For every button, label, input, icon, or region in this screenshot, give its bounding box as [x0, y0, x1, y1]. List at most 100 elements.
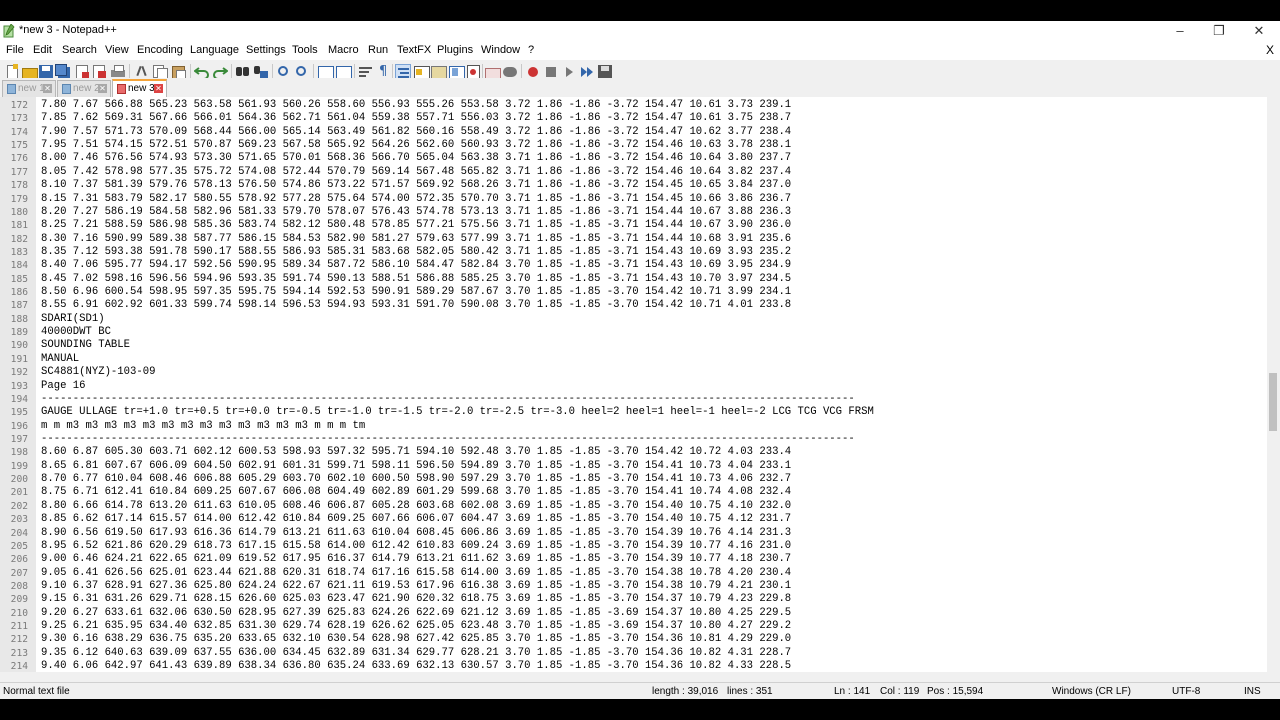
line-number: 178 [10, 180, 28, 192]
editor-line: 191 MANUAL [0, 353, 1267, 366]
line-number: 172 [10, 100, 28, 111]
maximize-button[interactable]: ❐ [1199, 21, 1239, 41]
menu-run[interactable]: Run [368, 44, 388, 56]
line-text: 9.30 6.16 638.29 636.75 635.20 633.65 63… [41, 633, 792, 646]
tab-label: new 2 [73, 83, 100, 94]
editor-line: 193 Page 16 [0, 380, 1267, 393]
status-insert-mode: INS [1244, 686, 1261, 697]
line-text: 9.35 6.12 640.63 639.09 637.55 636.00 63… [41, 646, 792, 659]
close-window-button[interactable]: ✕ [1239, 21, 1279, 41]
vertical-scrollbar[interactable] [1267, 97, 1280, 672]
line-text: GAUGE ULLAGE tr=+1.0 tr=+0.5 tr=+0.0 tr=… [41, 406, 874, 419]
tab-new-1[interactable]: new 1 ✕ [2, 80, 56, 97]
line-text: 8.50 6.96 600.54 598.95 597.35 595.75 59… [41, 286, 792, 299]
line-text: Page 16 [41, 379, 86, 392]
editor-line: 182 8.30 7.16 590.99 589.38 587.77 586.15… [0, 233, 1267, 246]
editor-line: 214 9.40 6.06 642.97 641.43 639.89 638.34… [0, 660, 1267, 672]
screen-top-border [0, 0, 1280, 21]
menu-textfx[interactable]: TextFX [397, 44, 431, 56]
tab-new-3[interactable]: new 3 ✕ [112, 79, 167, 97]
tab-close-icon[interactable]: ✕ [154, 84, 163, 93]
editor-line: 187 8.55 6.91 602.92 601.33 599.74 598.14… [0, 299, 1267, 312]
line-text: 8.45 7.02 598.16 596.56 594.96 593.35 59… [41, 272, 792, 285]
editor-line: 210 9.20 6.27 633.61 632.06 630.50 628.95… [0, 607, 1267, 620]
menu-view[interactable]: View [105, 44, 129, 56]
line-text: 8.75 6.71 612.41 610.84 609.25 607.67 60… [41, 486, 792, 499]
line-text: 7.90 7.57 571.73 570.09 568.44 566.00 56… [41, 125, 792, 138]
editor-area[interactable]: 172 7.80 7.67 566.88 565.23 563.58 561.93… [0, 97, 1267, 672]
editor-lines: 172 7.80 7.67 566.88 565.23 563.58 561.93… [0, 99, 1267, 672]
line-text: SDARI(SD1) [41, 312, 105, 325]
line-number: 180 [10, 206, 28, 218]
tab-label: new 3 [128, 83, 155, 94]
line-text: 8.05 7.42 578.98 577.35 575.72 574.08 57… [41, 165, 792, 178]
status-file-type: Normal text file [3, 686, 70, 697]
menu-plugins[interactable]: Plugins [437, 44, 473, 56]
menu-settings[interactable]: Settings [246, 44, 286, 56]
line-text: 7.95 7.51 574.15 572.51 570.87 569.23 56… [41, 139, 792, 152]
editor-line: 183 8.35 7.12 593.38 591.78 590.17 588.55… [0, 246, 1267, 259]
line-number: 189 [10, 327, 28, 339]
editor-line: 181 8.25 7.21 588.59 586.98 585.36 583.74… [0, 219, 1267, 232]
title-bar: *new 3 - Notepad++ – ❐ ✕ [0, 21, 1280, 41]
line-number: 173 [10, 113, 28, 125]
editor-line: 204 8.90 6.56 619.50 617.93 616.36 614.79… [0, 527, 1267, 540]
menu-edit[interactable]: Edit [33, 44, 52, 56]
menu-search[interactable]: Search [62, 44, 97, 56]
menu-macro[interactable]: Macro [328, 44, 359, 56]
line-number: 186 [10, 287, 28, 299]
status-eol-format[interactable]: Windows (CR LF) [1052, 686, 1131, 697]
scrollbar-thumb[interactable] [1269, 373, 1277, 431]
editor-line: 211 9.25 6.21 635.95 634.40 632.85 631.30… [0, 620, 1267, 633]
editor-line: 195 GAUGE ULLAGE tr=+1.0 tr=+0.5 tr=+0.0 … [0, 406, 1267, 419]
editor-line: 176 8.00 7.46 576.56 574.93 573.30 571.65… [0, 152, 1267, 165]
status-encoding[interactable]: UTF-8 [1172, 686, 1200, 697]
editor-line: 201 8.75 6.71 612.41 610.84 609.25 607.67… [0, 486, 1267, 499]
line-text: 8.30 7.16 590.99 589.38 587.77 586.15 58… [41, 232, 792, 245]
line-text: 8.95 6.52 621.86 620.29 618.73 617.15 61… [41, 539, 792, 552]
close-document-button[interactable]: X [1266, 43, 1274, 57]
editor-line: 185 8.45 7.02 598.16 596.56 594.96 593.35… [0, 273, 1267, 286]
line-text: 8.60 6.87 605.30 603.71 602.12 600.53 59… [41, 446, 792, 459]
menu-file[interactable]: File [6, 44, 24, 56]
line-number: 206 [10, 554, 28, 566]
editor-line: 196 m m m3 m3 m3 m3 m3 m3 m3 m3 m3 m3 m3 … [0, 420, 1267, 433]
editor-line: 198 8.60 6.87 605.30 603.71 602.12 600.53… [0, 446, 1267, 459]
editor-line: 189 40000DWT BC [0, 326, 1267, 339]
editor-line: 208 9.10 6.37 628.91 627.36 625.80 624.24… [0, 580, 1267, 593]
line-text: ----------------------------------------… [41, 432, 855, 445]
tab-close-icon[interactable]: ✕ [43, 84, 52, 93]
editor-line: 179 8.15 7.31 583.79 582.17 580.55 578.92… [0, 193, 1267, 206]
line-text: 9.40 6.06 642.97 641.43 639.89 638.34 63… [41, 660, 792, 672]
editor-line: 172 7.80 7.67 566.88 565.23 563.58 561.93… [0, 99, 1267, 112]
line-number: 187 [10, 300, 28, 312]
editor-line: 190 SOUNDING TABLE [0, 339, 1267, 352]
editor-line: 209 9.15 6.31 631.26 629.71 628.15 626.60… [0, 593, 1267, 606]
editor-line: 202 8.80 6.66 614.78 613.20 611.63 610.05… [0, 500, 1267, 513]
minimize-button[interactable]: – [1160, 21, 1200, 41]
menu-window[interactable]: Window [481, 44, 520, 56]
line-number: 201 [10, 487, 28, 499]
menu-language[interactable]: Language [190, 44, 239, 56]
screen-bottom-border [0, 699, 1280, 720]
line-number: 207 [10, 567, 28, 579]
line-number: 175 [10, 140, 28, 152]
editor-line: 180 8.20 7.27 586.19 584.58 582.96 581.33… [0, 206, 1267, 219]
tab-close-icon[interactable]: ✕ [98, 84, 107, 93]
menu-tools[interactable]: Tools [292, 44, 318, 56]
line-number: 188 [10, 313, 28, 325]
line-number: 210 [10, 607, 28, 619]
line-text: SOUNDING TABLE [41, 339, 131, 352]
line-number: 212 [10, 634, 28, 646]
line-text: SC4881(NYZ)-103-09 [41, 366, 156, 379]
menu-help[interactable]: ? [528, 44, 534, 56]
unsaved-document-icon [117, 84, 126, 94]
line-text: 8.25 7.21 588.59 586.98 585.36 583.74 58… [41, 219, 792, 232]
line-number: 193 [10, 380, 28, 392]
editor-line: 203 8.85 6.62 617.14 615.57 614.00 612.42… [0, 513, 1267, 526]
tab-new-2[interactable]: new 2 ✕ [57, 80, 111, 97]
status-bar: Normal text file length : 39,016 lines :… [0, 682, 1280, 699]
status-lines: lines : 351 [727, 686, 773, 697]
editor-line: 177 8.05 7.42 578.98 577.35 575.72 574.08… [0, 166, 1267, 179]
menu-encoding[interactable]: Encoding [137, 44, 183, 56]
